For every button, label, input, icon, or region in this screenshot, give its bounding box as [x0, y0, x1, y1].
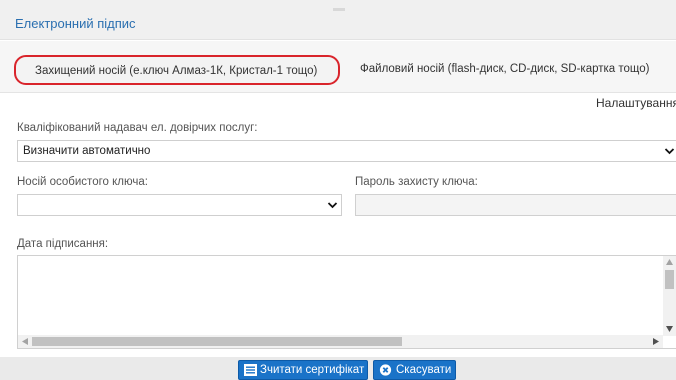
key-media-label: Носій особистого ключа: — [17, 176, 148, 188]
media-tabs: Захищений носій (е.ключ Алмаз-1К, Криста… — [0, 41, 676, 93]
vertical-scrollbar[interactable] — [663, 256, 676, 336]
dialog-title: Електронний підпис — [15, 16, 136, 31]
scroll-right-arrow-icon[interactable] — [653, 338, 659, 345]
provider-select[interactable]: Визначити автоматично — [17, 140, 676, 162]
tab-protected-media-label: Захищений носій (е.ключ Алмаз-1К, Криста… — [35, 65, 318, 77]
read-certificate-button[interactable]: Зчитати сертифікат — [238, 360, 368, 380]
provider-label: Кваліфікований надавач ел. довірчих посл… — [17, 122, 258, 134]
title-grip — [333, 8, 345, 11]
chevron-down-icon — [664, 148, 675, 155]
chevron-down-icon — [327, 202, 338, 209]
sign-date-label: Дата підписання: — [17, 238, 109, 250]
horizontal-scroll-thumb[interactable] — [32, 337, 402, 346]
cancel-label: Скасувати — [396, 364, 452, 376]
horizontal-scrollbar[interactable] — [18, 335, 663, 348]
key-password-input[interactable] — [355, 194, 676, 216]
dialog-footer: Зчитати сертифікат Скасувати — [0, 357, 676, 380]
read-certificate-label: Зчитати сертифікат — [260, 364, 365, 376]
key-password-label: Пароль захисту ключа: — [355, 176, 478, 188]
tab-file-media-label: Файловий носій (flash-диск, CD-диск, SD-… — [360, 63, 650, 75]
certificate-icon — [244, 364, 257, 376]
key-media-select[interactable] — [17, 194, 342, 216]
cancel-button[interactable]: Скасувати — [373, 360, 456, 380]
tab-protected-media[interactable]: Захищений носій (е.ключ Алмаз-1К, Криста… — [14, 55, 340, 85]
close-circle-icon — [379, 364, 392, 376]
dialog-title-bar: Електронний підпис — [0, 0, 676, 40]
vertical-scroll-thumb[interactable] — [665, 270, 674, 289]
scroll-up-arrow-icon[interactable] — [666, 259, 673, 265]
scroll-left-arrow-icon[interactable] — [22, 338, 28, 345]
scroll-down-arrow-icon[interactable] — [666, 326, 673, 332]
settings-link[interactable]: Налаштування — [596, 96, 676, 110]
tab-file-media[interactable]: Файловий носій (flash-диск, CD-диск, SD-… — [360, 55, 649, 85]
provider-select-value: Визначити автоматично — [23, 145, 151, 157]
